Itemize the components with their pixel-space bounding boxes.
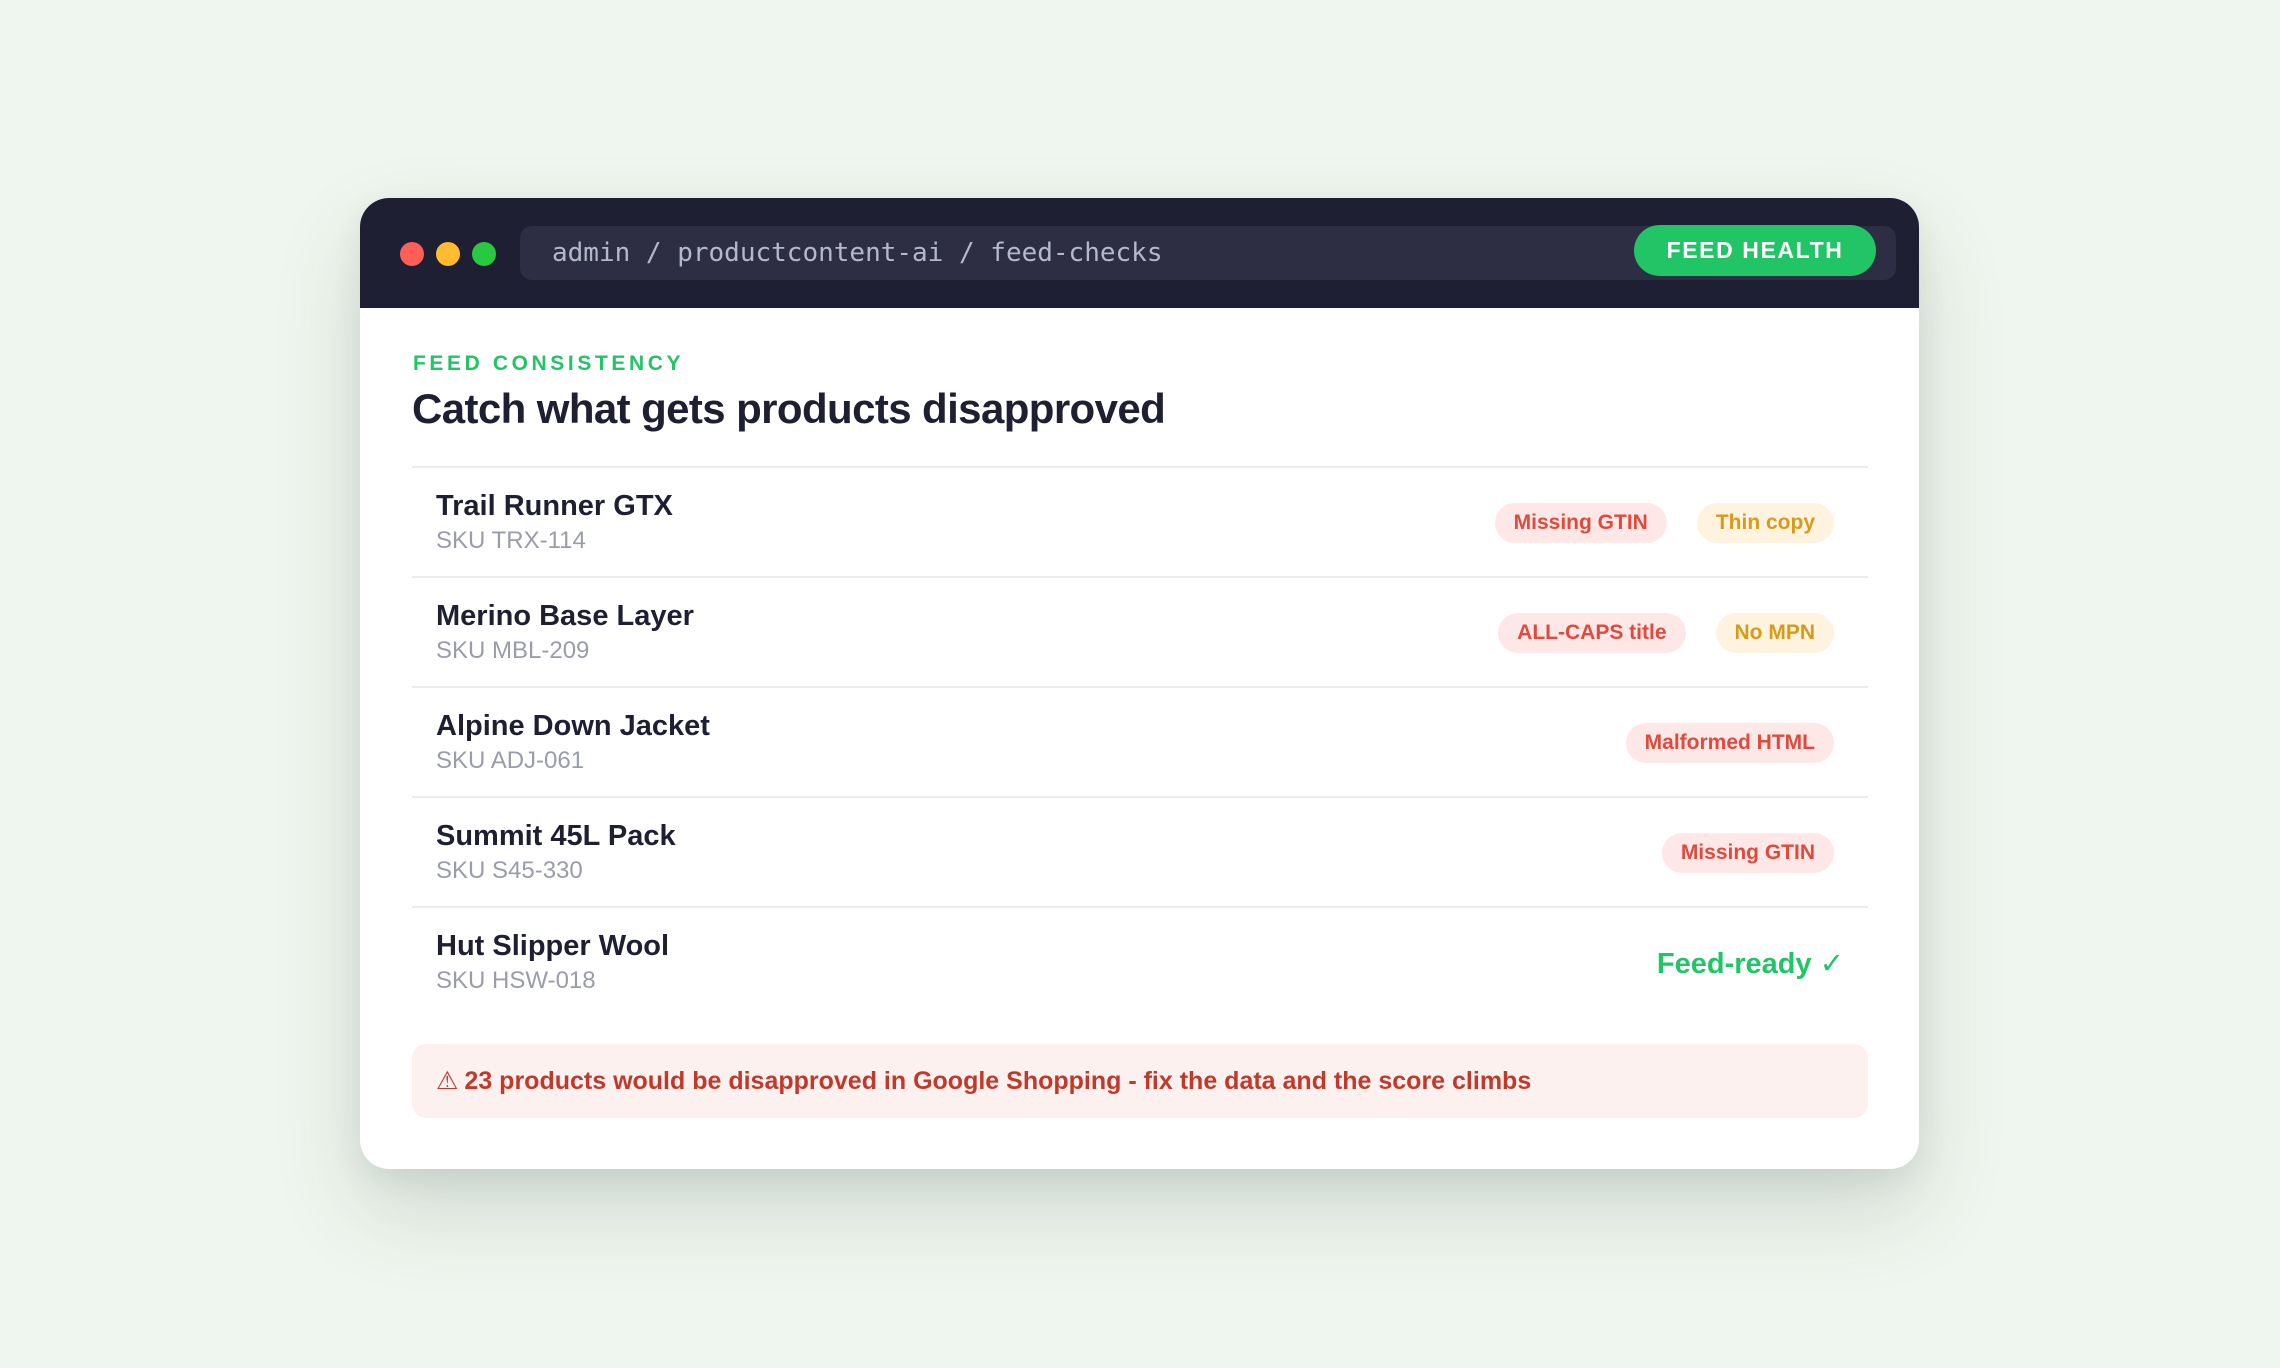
product-name: Summit 45L Pack xyxy=(436,820,676,852)
feed-health-button[interactable]: FEED HEALTH xyxy=(1634,225,1876,276)
issue-badge: Thin copy xyxy=(1696,503,1834,543)
product-name: Alpine Down Jacket xyxy=(436,710,710,742)
product-row[interactable]: Merino Base Layer SKU MBL-209 ALL-CAPS t… xyxy=(412,578,1868,688)
warning-triangle-icon: ⚠ xyxy=(436,1067,459,1095)
product-sku: SKU MBL-209 xyxy=(436,637,590,664)
product-row[interactable]: Hut Slipper Wool SKU HSW-018 Feed-ready … xyxy=(412,908,1868,1016)
alert-message: 23 products would be disapproved in Goog… xyxy=(464,1067,1532,1095)
product-row[interactable]: Trail Runner GTX SKU TRX-114 Missing GTI… xyxy=(412,468,1868,578)
product-sku: SKU ADJ-061 xyxy=(436,747,585,774)
app-window: admin / productcontent-ai / feed-checks … xyxy=(360,198,1919,1169)
product-row[interactable]: Summit 45L Pack SKU S45-330 Missing GTIN xyxy=(412,798,1868,908)
close-window-button[interactable] xyxy=(400,242,424,266)
issue-tags: ALL-CAPS title No MPN xyxy=(1498,613,1834,653)
issue-badge: Malformed HTML xyxy=(1625,723,1834,763)
product-sku: SKU S45-330 xyxy=(436,857,583,884)
maximize-window-button[interactable] xyxy=(472,242,496,266)
product-row[interactable]: Alpine Down Jacket SKU ADJ-061 Malformed… xyxy=(412,688,1868,798)
product-sku: SKU HSW-018 xyxy=(436,967,596,994)
product-list: Trail Runner GTX SKU TRX-114 Missing GTI… xyxy=(412,466,1868,1016)
breadcrumb-path: admin / productcontent-ai / feed-checks xyxy=(552,238,1163,268)
page-title: Catch what gets products disapproved xyxy=(412,385,1166,432)
issue-tags: Missing GTIN xyxy=(1661,833,1834,873)
section-eyebrow: FEED CONSISTENCY xyxy=(413,352,685,375)
issue-badge: Missing GTIN xyxy=(1494,503,1667,543)
product-name: Merino Base Layer xyxy=(436,600,694,632)
issue-badge: Missing GTIN xyxy=(1661,833,1834,873)
issue-badge: No MPN xyxy=(1715,613,1834,653)
product-name: Trail Runner GTX xyxy=(436,490,673,522)
minimize-window-button[interactable] xyxy=(436,242,460,266)
product-name: Hut Slipper Wool xyxy=(436,930,670,962)
disapproval-alert: ⚠ 23 products would be disapproved in Goo… xyxy=(412,1044,1868,1118)
feed-ready-status: Feed-ready ✓ xyxy=(1656,948,1844,980)
issue-tags: Malformed HTML xyxy=(1625,723,1834,763)
product-sku: SKU TRX-114 xyxy=(436,527,586,554)
issue-badge: ALL-CAPS title xyxy=(1498,613,1686,653)
window-titlebar: admin / productcontent-ai / feed-checks … xyxy=(360,198,1919,308)
issue-tags: Missing GTIN Thin copy xyxy=(1494,503,1834,543)
